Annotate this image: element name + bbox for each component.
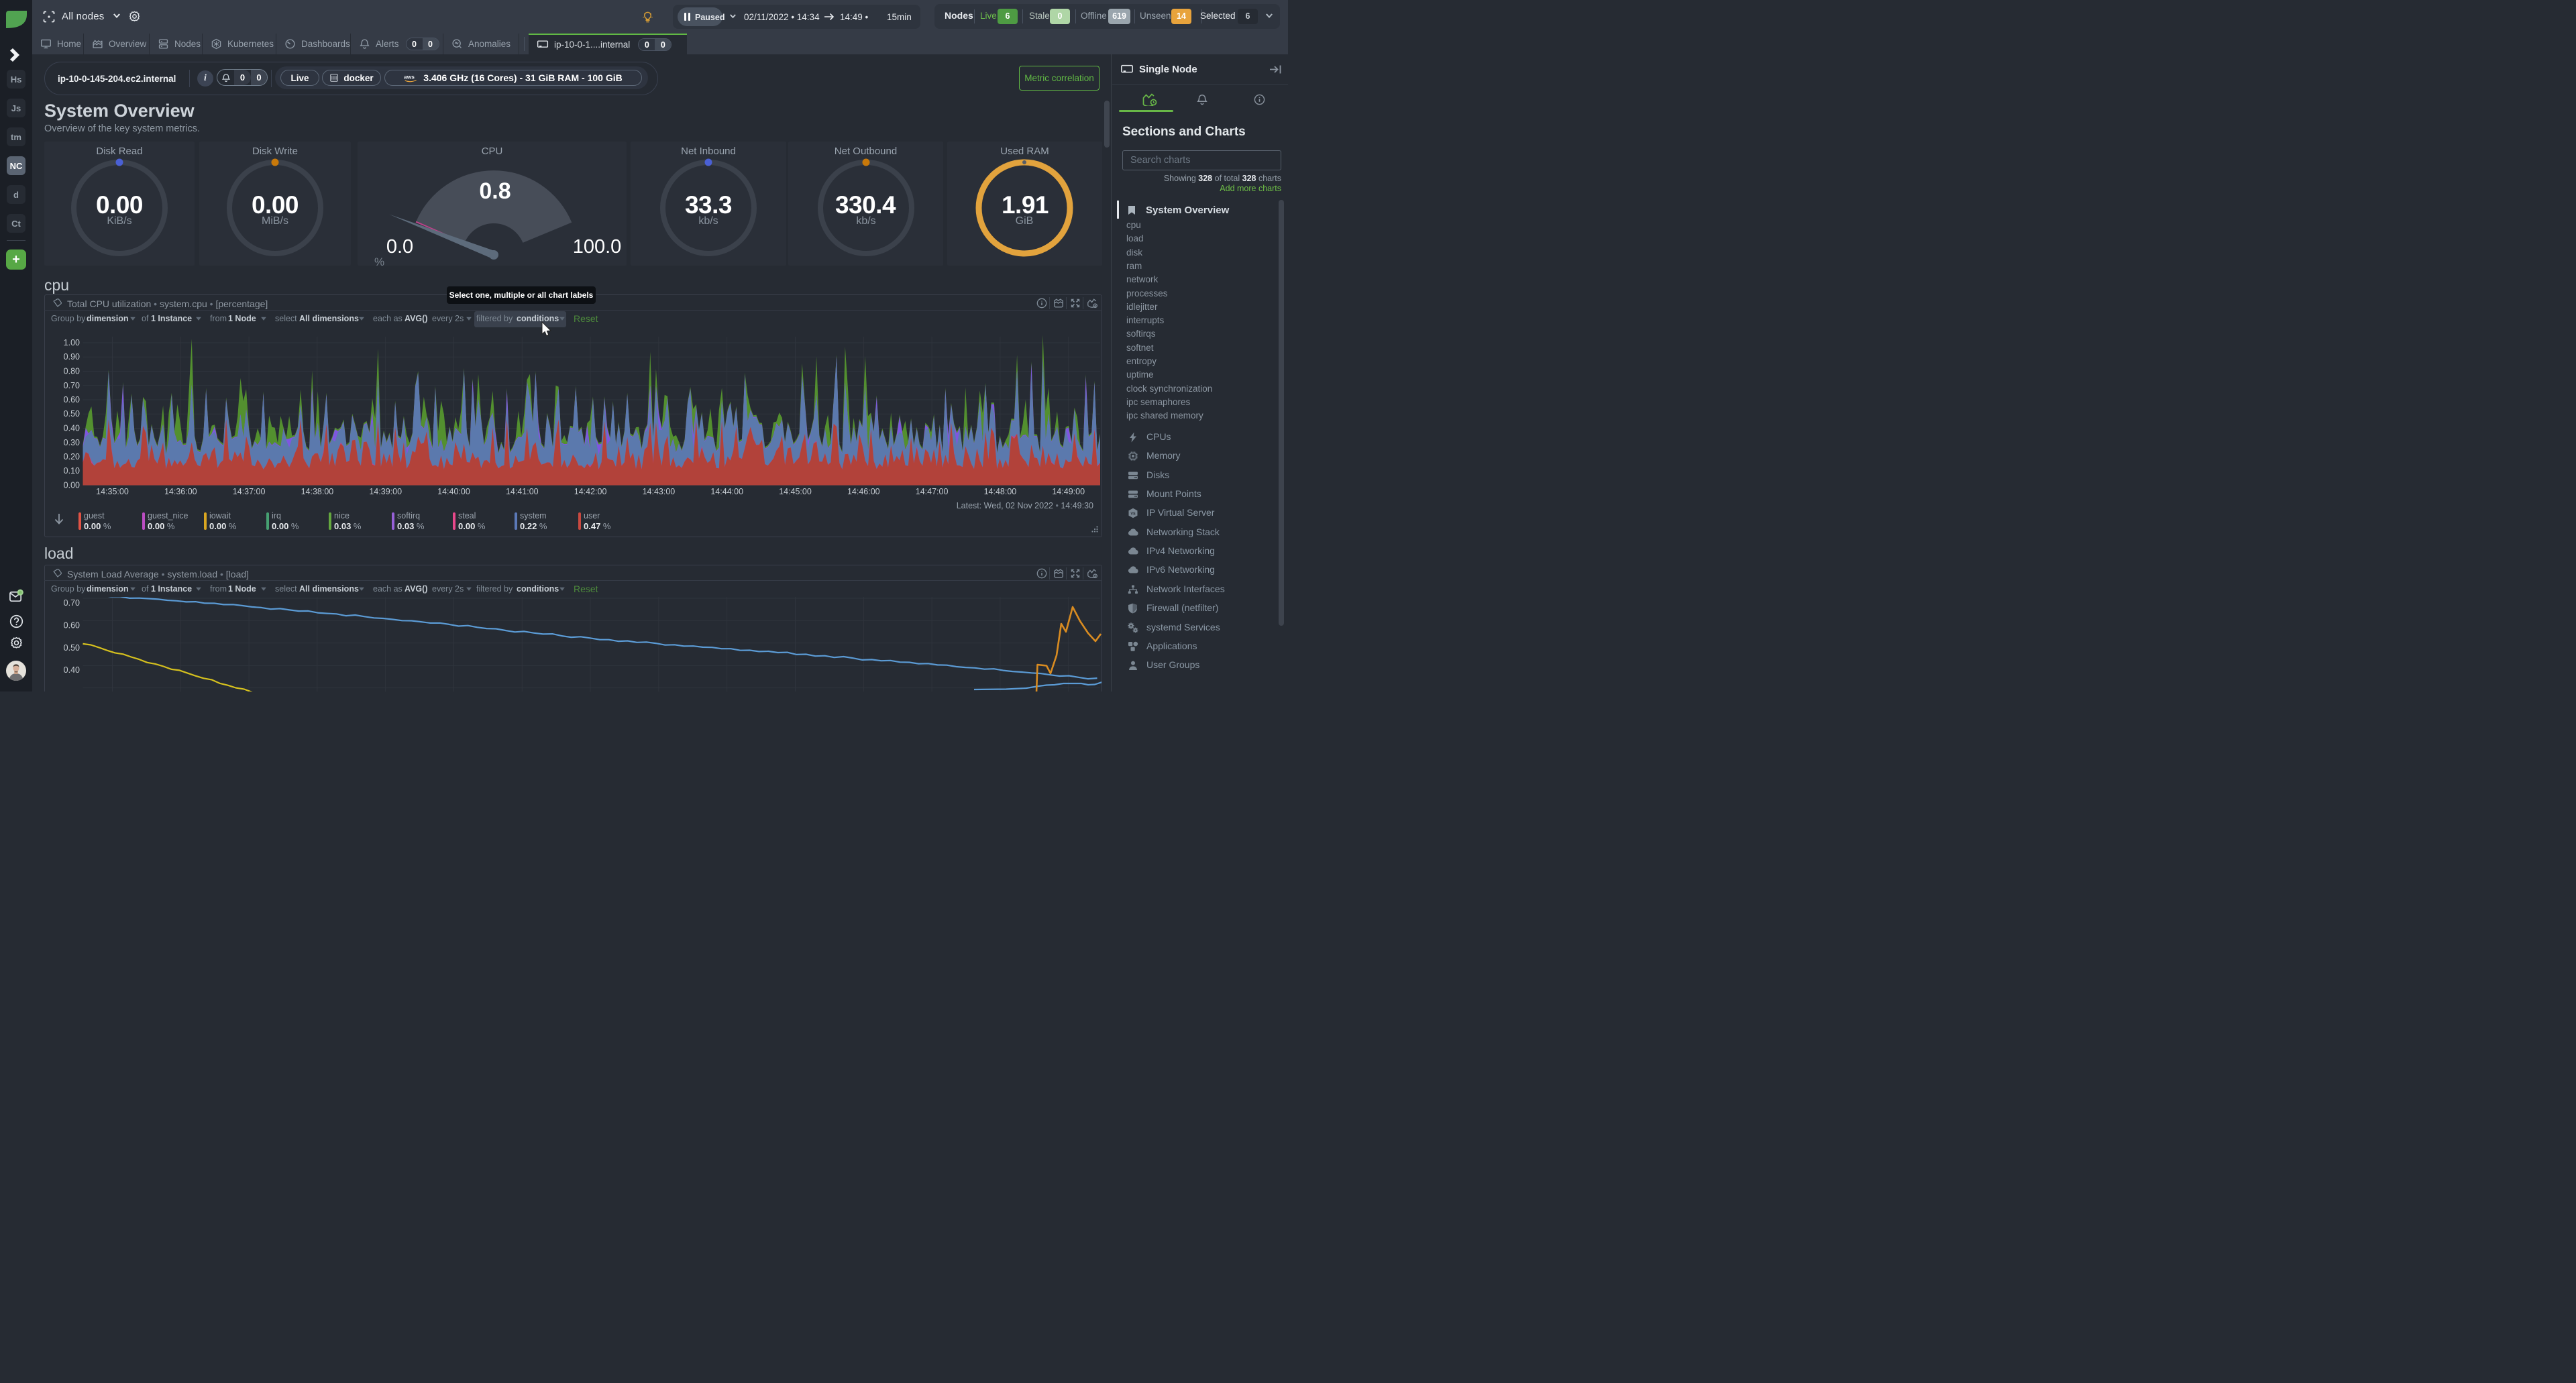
svg-text:14:39:00: 14:39:00 [369,487,402,496]
svg-text:0.50: 0.50 [64,409,80,419]
svg-text:aws: aws [404,74,415,80]
svg-text:0.70: 0.70 [64,381,80,390]
svg-text:0.40: 0.40 [64,665,80,675]
svg-text:0.70: 0.70 [64,598,80,608]
svg-text:14:36:00: 14:36:00 [164,487,197,496]
svg-text:0.00: 0.00 [64,481,80,490]
svg-text:0.10: 0.10 [64,466,80,476]
svg-text:1.00: 1.00 [64,338,80,347]
svg-text:14:37:00: 14:37:00 [233,487,266,496]
svg-text:0.60: 0.60 [64,395,80,404]
svg-text:14:46:00: 14:46:00 [847,487,880,496]
svg-text:14:48:00: 14:48:00 [984,487,1017,496]
svg-text:14:35:00: 14:35:00 [96,487,129,496]
svg-text:14:38:00: 14:38:00 [301,487,334,496]
svg-text:14:43:00: 14:43:00 [643,487,676,496]
svg-text:VS: VS [1130,512,1136,516]
svg-text:0.20: 0.20 [64,452,80,461]
svg-text:14:45:00: 14:45:00 [779,487,812,496]
svg-text:14:47:00: 14:47:00 [916,487,949,496]
svg-text:0.80: 0.80 [64,367,80,376]
svg-text:0.40: 0.40 [64,424,80,433]
svg-text:0.30: 0.30 [64,438,80,447]
svg-text:0.50: 0.50 [64,643,80,653]
svg-text:0.60: 0.60 [64,620,80,630]
svg-text:14:42:00: 14:42:00 [574,487,607,496]
svg-text:14:49:00: 14:49:00 [1052,487,1085,496]
svg-text:14:40:00: 14:40:00 [437,487,470,496]
svg-text:14:44:00: 14:44:00 [710,487,743,496]
svg-text:14:41:00: 14:41:00 [506,487,539,496]
svg-text:0.90: 0.90 [64,352,80,362]
